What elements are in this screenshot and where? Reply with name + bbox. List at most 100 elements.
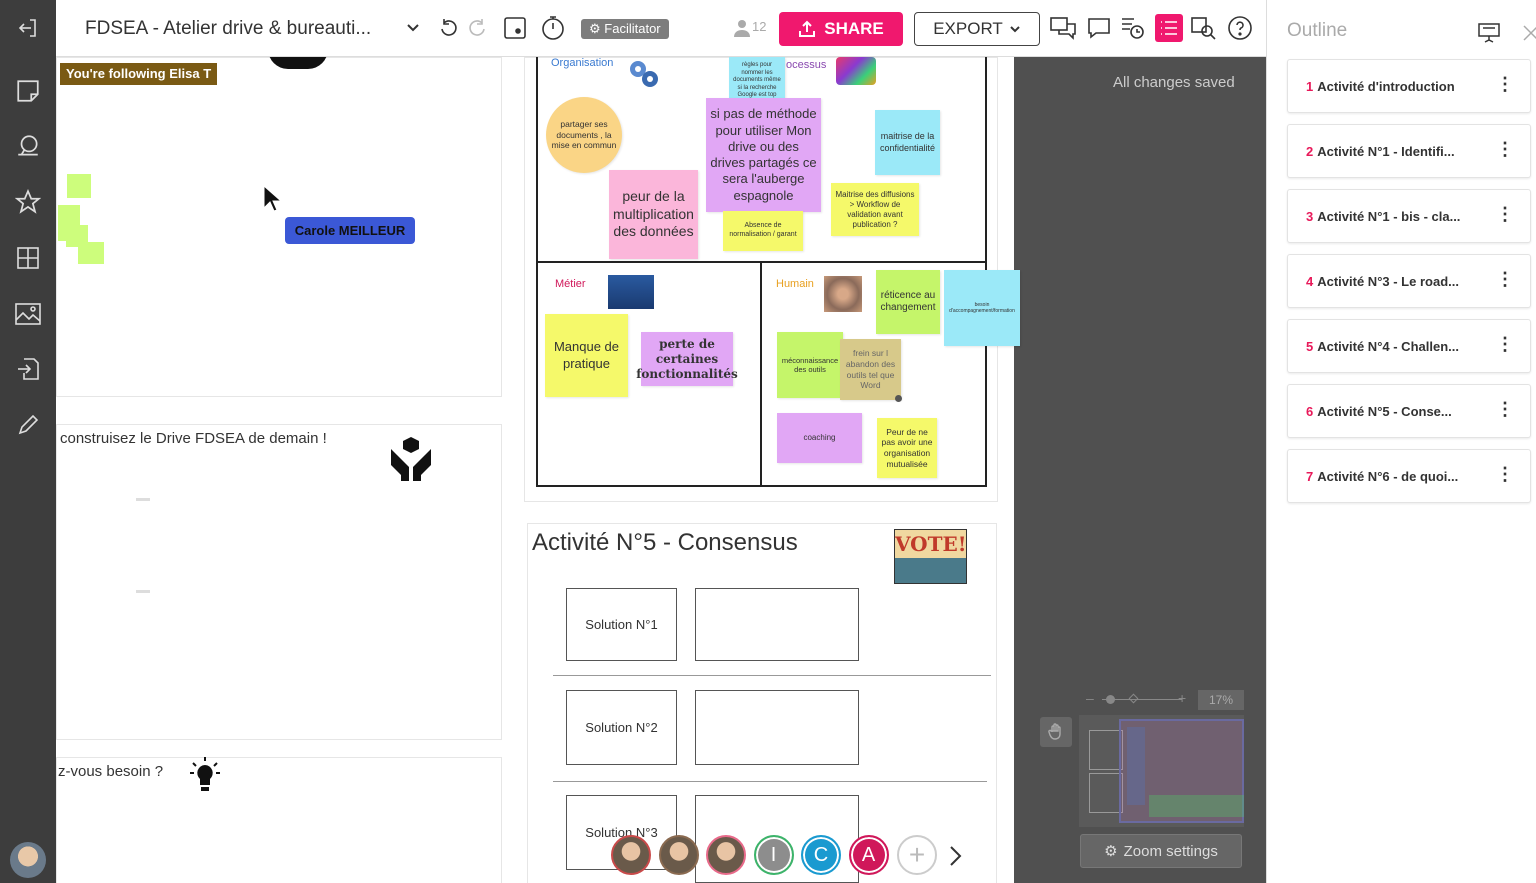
outline-item[interactable]: 6 Activité N°5 - Conse... ⋮ [1287, 384, 1531, 438]
activity-history-button[interactable] [1119, 14, 1147, 42]
redo-button[interactable] [463, 14, 491, 42]
export-button[interactable]: EXPORT [914, 12, 1040, 46]
more-options-icon[interactable]: ⋮ [1496, 334, 1514, 354]
gears-icon [630, 61, 658, 87]
image-tool[interactable] [0, 286, 56, 342]
outline-item[interactable]: 2 Activité N°1 - Identifi... ⋮ [1287, 124, 1531, 178]
more-options-icon[interactable]: ⋮ [1496, 139, 1514, 159]
sticky-note[interactable]: Peur de ne pas avoir une organisation mu… [877, 418, 937, 478]
pen-tool[interactable] [0, 397, 56, 453]
search-button[interactable] [1190, 14, 1218, 42]
participant-avatar[interactable]: A [848, 835, 889, 875]
outline-button[interactable] [1155, 14, 1183, 42]
participant-avatar[interactable] [611, 835, 651, 875]
export-label: EXPORT [933, 19, 1003, 38]
sticky-note[interactable]: réticence au changement [876, 270, 940, 334]
more-options-icon[interactable]: ⋮ [1496, 74, 1514, 94]
share-button[interactable]: SHARE [779, 12, 903, 46]
vote-label: VOTE! [895, 530, 967, 558]
sticky-note-tool[interactable] [0, 63, 56, 119]
outline-item[interactable]: 7 Activité N°6 - de quoi... ⋮ [1287, 449, 1531, 503]
presentation-icon[interactable] [1477, 20, 1501, 44]
star-tool[interactable] [0, 174, 56, 230]
grid-tool[interactable] [0, 230, 56, 286]
board-canvas[interactable]: All changes saved You're following Elisa… [56, 57, 1266, 883]
close-icon[interactable] [1521, 23, 1536, 41]
add-participant-button[interactable]: + [897, 835, 937, 875]
sticky-note[interactable]: Maitrise des diffusions > Workflow de va… [831, 183, 919, 236]
sticky-note-circle[interactable]: partager ses documents , la mise en comm… [546, 97, 622, 173]
upload-icon [799, 20, 816, 37]
gear-icon: ⚙ [1104, 843, 1118, 860]
green-square[interactable] [67, 174, 91, 198]
board-title[interactable]: FDSEA - Atelier drive & bureauti... [85, 18, 371, 40]
sticky-note[interactable]: maitrise de la confidentialité [875, 110, 940, 175]
timer-button[interactable] [539, 14, 567, 42]
sticky-note[interactable]: si pas de méthode pour utiliser Mon driv… [706, 98, 821, 212]
left-frame-1[interactable] [56, 57, 502, 397]
user-avatar[interactable] [10, 842, 46, 878]
more-options-icon[interactable]: ⋮ [1496, 399, 1514, 419]
facilitator-badge[interactable]: ⚙ Facilitator [581, 19, 669, 39]
sticky-note[interactable]: coaching [777, 413, 862, 463]
import-tool[interactable] [0, 341, 56, 397]
outline-item-label: 1 Activité d'introduction [1306, 79, 1455, 94]
sticky-note[interactable]: Manque de pratique [545, 314, 628, 397]
outline-item-number: 7 [1306, 469, 1314, 484]
redo-icon [469, 19, 485, 36]
chat-icon [1050, 17, 1076, 40]
chat-button[interactable] [1049, 14, 1077, 42]
solution-box[interactable]: Solution N°2 [566, 690, 677, 765]
participant-avatar[interactable]: I [753, 835, 794, 875]
star-icon [15, 189, 41, 214]
comment-tool[interactable] [0, 118, 56, 174]
comment-dot[interactable] [895, 395, 902, 402]
sticky-note[interactable]: perte de certaines fonctionnalités [636, 332, 738, 386]
more-options-icon[interactable]: ⋮ [1496, 269, 1514, 289]
history-icon [1122, 18, 1144, 39]
participant-avatar[interactable] [706, 835, 746, 875]
more-options-icon[interactable]: ⋮ [1496, 204, 1514, 224]
left-frame-2[interactable] [56, 424, 502, 740]
sticky-note[interactable]: frein sur l abandon des outils tel que W… [840, 339, 901, 400]
zoom-slider[interactable]: – + [1086, 691, 1216, 707]
list-icon [1161, 21, 1177, 35]
green-square[interactable] [78, 242, 104, 264]
frame-text: construisez le Drive FDSEA de demain ! [60, 430, 327, 447]
help-icon [1228, 16, 1252, 40]
more-options-icon[interactable]: ⋮ [1496, 464, 1514, 484]
undo-button[interactable] [435, 14, 463, 42]
outline-item[interactable]: 3 Activité N°1 - bis - cla... ⋮ [1287, 189, 1531, 243]
hands-image [824, 276, 862, 312]
outline-item[interactable]: 1 Activité d'introduction ⋮ [1287, 59, 1531, 113]
puzzle-icon [836, 57, 876, 85]
solution-box[interactable]: Solution N°1 [566, 588, 677, 661]
outline-item[interactable]: 5 Activité N°4 - Challen... ⋮ [1287, 319, 1531, 373]
hand-tool-button[interactable] [1040, 717, 1072, 747]
outline-item[interactable]: 4 Activité N°3 - Le road... ⋮ [1287, 254, 1531, 308]
sticky-note[interactable]: Absence de normalisation / garant [723, 211, 803, 251]
solution-input[interactable] [695, 588, 859, 661]
outline-item-label: 4 Activité N°3 - Le road... [1306, 274, 1459, 289]
solution-input[interactable] [695, 690, 859, 765]
help-button[interactable] [1226, 14, 1254, 42]
following-tag: You're following Elisa T [60, 63, 218, 85]
sticky-note[interactable]: peur de la multiplication des données [609, 170, 698, 259]
sticky-note[interactable]: besoin d'accompagnement/formation [944, 270, 1020, 346]
comments-button[interactable] [1085, 14, 1113, 42]
zoom-level[interactable]: 17% [1198, 690, 1244, 710]
outline-item-text: Activité N°1 - bis - cla... [1317, 209, 1461, 224]
title-dropdown-button[interactable] [399, 14, 427, 42]
outline-item-number: 5 [1306, 339, 1314, 354]
sticky-note[interactable]: méconnaissance des outils [777, 332, 843, 398]
users-icon [732, 18, 752, 43]
minimap[interactable] [1079, 715, 1244, 827]
participant-avatar[interactable] [658, 835, 699, 875]
chevron-right-icon[interactable] [947, 845, 965, 867]
participant-avatar[interactable]: C [801, 835, 841, 875]
cursor-icon [263, 185, 283, 212]
exit-board-button[interactable] [0, 0, 56, 56]
zoom-settings-button[interactable]: ⚙ Zoom settings [1080, 834, 1242, 868]
outline-item-number: 4 [1306, 274, 1314, 289]
frame-button[interactable] [501, 14, 529, 42]
